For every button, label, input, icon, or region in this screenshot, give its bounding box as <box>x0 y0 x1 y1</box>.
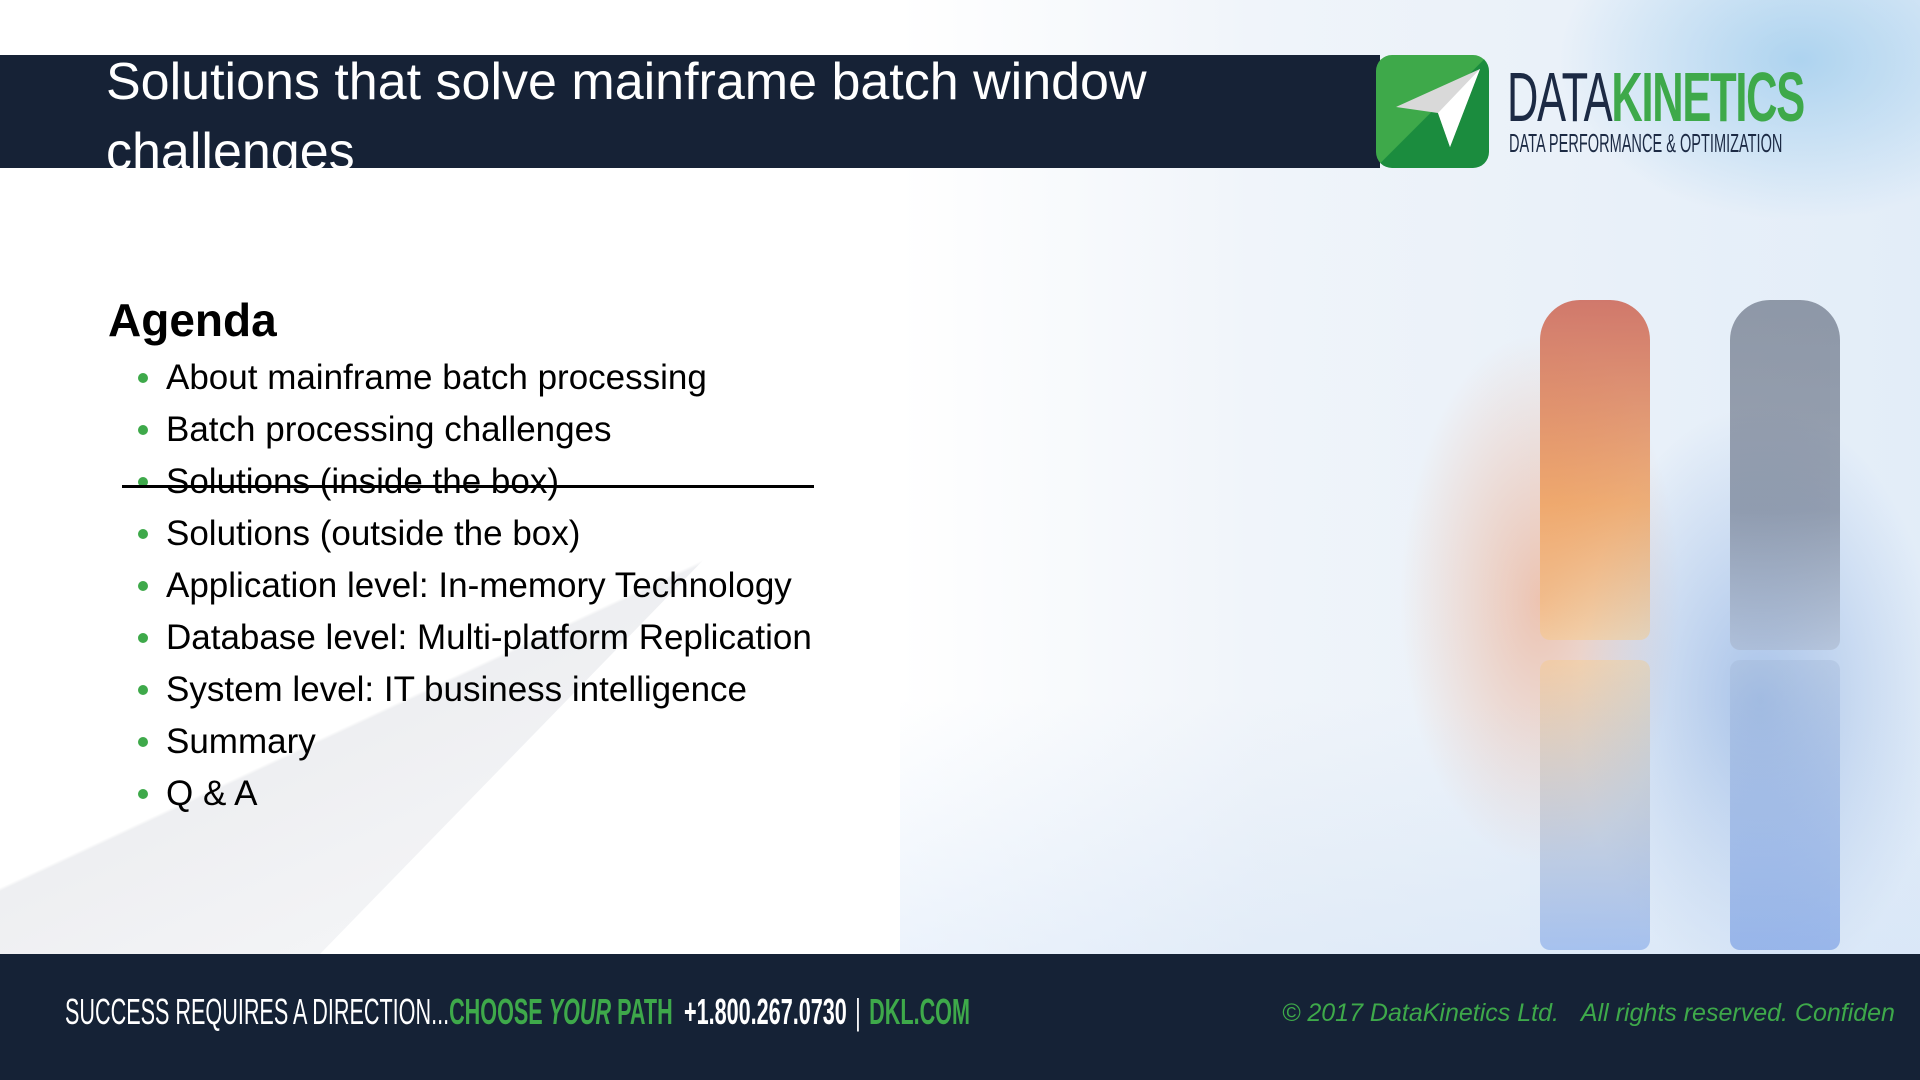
tagline-green-italic-text: YOUR <box>548 991 612 1032</box>
strikethrough-line <box>122 485 814 488</box>
agenda-item-label: System level: IT business intelligence <box>166 670 748 709</box>
copyright-notice: © 2017 DataKinetics Ltd. All rights reser… <box>1282 998 1895 1028</box>
bullet-icon <box>138 529 148 539</box>
agenda-item-label: Database level: Multi-platform Replicati… <box>166 618 812 657</box>
agenda-item-label: Q & A <box>166 774 258 813</box>
agenda-item: Database level: Multi-platform Replicati… <box>138 612 812 664</box>
tagline-white-text: SUCCESS REQUIRES A DIRECTION... <box>65 991 450 1032</box>
agenda-item: Batch processing challenges <box>138 404 812 456</box>
bullet-icon <box>138 581 148 591</box>
footer-tagline: SUCCESS REQUIRES A DIRECTION...CHOOSE YO… <box>65 990 673 1034</box>
agenda-item-label: Application level: In-memory Technology <box>166 566 792 605</box>
footer-bar: SUCCESS REQUIRES A DIRECTION...CHOOSE YO… <box>0 954 1920 1080</box>
copyright-company: © 2017 DataKinetics Ltd. <box>1282 999 1559 1027</box>
agenda-item-label: About mainframe batch processing <box>166 358 707 397</box>
agenda-item: Solutions (inside the box) <box>122 456 814 508</box>
agenda-item-label: Solutions (inside the box) <box>166 462 559 501</box>
logo-word-kinetics: KINETICS <box>1611 58 1805 136</box>
silhouette-reflection-right <box>1730 660 1840 950</box>
agenda-item-label: Batch processing challenges <box>166 410 612 449</box>
bullet-icon <box>138 685 148 695</box>
phone-number: +1.800.267.0730 <box>684 991 847 1032</box>
copyright-rights: All rights reserved. Confiden <box>1580 999 1895 1027</box>
businessman-silhouette-right <box>1730 300 1840 650</box>
agenda-item: Q & A <box>138 768 812 820</box>
logo-paper-plane-icon <box>1376 55 1489 168</box>
agenda-list: About mainframe batch processing Batch pr… <box>122 352 814 820</box>
logo-word-data: DATA <box>1507 58 1613 136</box>
silhouette-reflection-left <box>1540 660 1650 950</box>
agenda-item-label: Summary <box>166 722 316 761</box>
company-logo: DATAKINETICS DATA PERFORMANCE & OPTIMIZA… <box>1507 62 1920 162</box>
bullet-icon <box>138 373 148 383</box>
bullet-icon <box>138 425 148 435</box>
agenda-heading: Agenda <box>108 294 277 346</box>
bullet-icon <box>138 789 148 799</box>
agenda-item: Application level: In-memory Technology <box>138 560 812 612</box>
title-bar: Solutions that solve mainframe batch win… <box>0 55 1380 168</box>
agenda-item: About mainframe batch processing <box>138 352 812 404</box>
agenda-item: Solutions (outside the box) <box>138 508 812 560</box>
agenda-item: Summary <box>138 716 812 768</box>
agenda-item: System level: IT business intelligence <box>138 664 812 716</box>
bullet-icon <box>138 633 148 643</box>
bullet-icon <box>138 737 148 747</box>
website-link[interactable]: DKL.COM <box>869 991 970 1032</box>
tagline-green-text: CHOOSE <box>449 991 549 1032</box>
footer-contact: +1.800.267.0730 | DKL.COM <box>684 990 970 1034</box>
businessman-silhouette-left <box>1540 300 1650 640</box>
tagline-green-text-end: PATH <box>611 991 673 1032</box>
slide-title: Solutions that solve mainframe batch win… <box>106 55 1147 168</box>
agenda-item-label: Solutions (outside the box) <box>166 514 581 553</box>
contact-separator: | <box>855 991 861 1032</box>
logo-tagline: DATA PERFORMANCE & OPTIMIZATION <box>1509 128 1783 158</box>
